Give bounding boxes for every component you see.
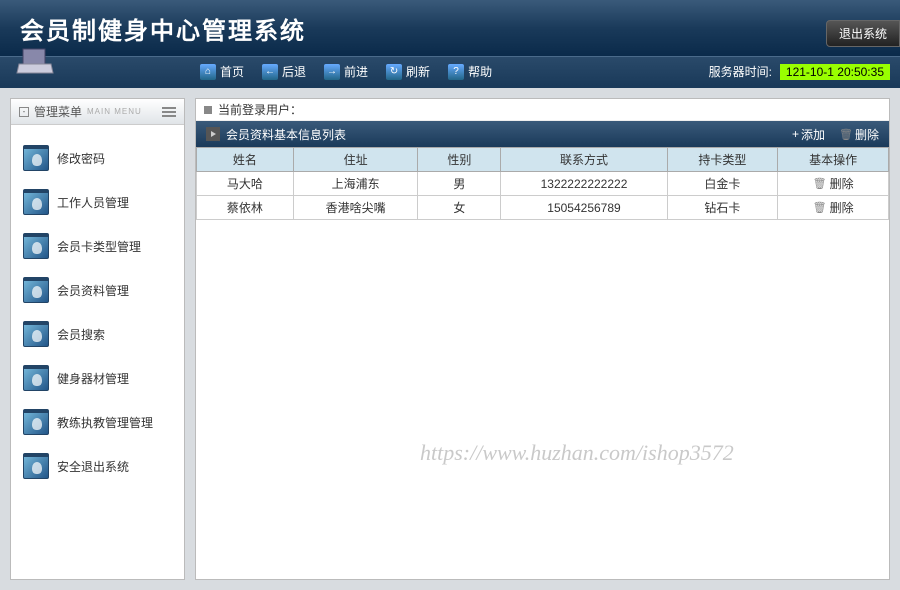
sidebar-item-coach[interactable]: 教练执教管理管理 xyxy=(23,409,172,435)
module-icon xyxy=(23,321,49,347)
refresh-icon: ↻ xyxy=(386,64,402,80)
module-icon xyxy=(23,453,49,479)
sidebar-item-member-search[interactable]: 会员搜索 xyxy=(23,321,172,347)
sidebar-item-change-password[interactable]: 修改密码 xyxy=(23,145,172,171)
cell-contact: 1322222222222 xyxy=(501,172,667,196)
server-time-value: 121-10-1 20:50:35 xyxy=(780,64,890,80)
menu-label: 工作人员管理 xyxy=(57,194,129,211)
nav-label: 前进 xyxy=(344,63,368,80)
current-user-label: 当前登录用户： xyxy=(218,101,302,118)
cell-card-type: 白金卡 xyxy=(667,172,778,196)
plus-icon: + xyxy=(792,127,799,141)
server-time: 服务器时间: 121-10-1 20:50:35 xyxy=(709,63,890,80)
toolbar: ⌂ 首页 ← 后退 → 前进 ↻ 刷新 ? 帮助 服务器时间: 121-10-1… xyxy=(0,56,900,86)
col-address: 住址 xyxy=(293,148,418,172)
menu-toggle-icon[interactable] xyxy=(162,107,176,117)
cell-name: 马大哈 xyxy=(197,172,294,196)
app-header: 会员制健身中心管理系统 退出系统 xyxy=(0,0,900,56)
sidebar: - 管理菜单 MAIN MENU 修改密码 工作人员管理 会员卡类型管理 会员资… xyxy=(10,98,185,580)
help-icon: ? xyxy=(448,64,464,80)
bullet-icon xyxy=(204,106,212,114)
app-title: 会员制健身中心管理系统 xyxy=(20,11,306,46)
nav-home[interactable]: ⌂ 首页 xyxy=(200,63,244,80)
col-name: 姓名 xyxy=(197,148,294,172)
menu-list: 修改密码 工作人员管理 会员卡类型管理 会员资料管理 会员搜索 健身器材管理 教… xyxy=(11,125,184,517)
current-user-bar: 当前登录用户： xyxy=(196,99,889,121)
table-row: 蔡依林 香港啥尖嘴 女 15054256789 钻石卡 🗑删除 xyxy=(197,196,889,220)
col-op: 基本操作 xyxy=(778,148,889,172)
cell-card-type: 钻石卡 xyxy=(667,196,778,220)
sidebar-subtitle: MAIN MENU xyxy=(87,107,142,116)
menu-label: 安全退出系统 xyxy=(57,458,129,475)
nav-refresh[interactable]: ↻ 刷新 xyxy=(386,63,430,80)
nav-label: 帮助 xyxy=(468,63,492,80)
server-time-label: 服务器时间: xyxy=(709,63,772,80)
sidebar-item-logout[interactable]: 安全退出系统 xyxy=(23,453,172,479)
menu-label: 教练执教管理管理 xyxy=(57,414,153,431)
laptop-icon xyxy=(15,47,55,77)
col-gender: 性别 xyxy=(418,148,501,172)
list-header: 会员资料基本信息列表 +添加 🗑删除 xyxy=(196,121,889,147)
collapse-icon[interactable]: - xyxy=(19,107,29,117)
trash-icon: 🗑 xyxy=(813,201,827,214)
add-button[interactable]: +添加 xyxy=(792,126,825,143)
cell-name: 蔡依林 xyxy=(197,196,294,220)
play-icon xyxy=(206,127,220,141)
module-icon xyxy=(23,189,49,215)
menu-label: 会员资料管理 xyxy=(57,282,129,299)
module-icon xyxy=(23,145,49,171)
module-icon xyxy=(23,277,49,303)
nav-label: 后退 xyxy=(282,63,306,80)
col-card-type: 持卡类型 xyxy=(667,148,778,172)
forward-icon: → xyxy=(324,64,340,80)
trash-icon: 🗑 xyxy=(813,177,827,190)
cell-gender: 男 xyxy=(418,172,501,196)
col-contact: 联系方式 xyxy=(501,148,667,172)
sidebar-item-equipment[interactable]: 健身器材管理 xyxy=(23,365,172,391)
list-title: 会员资料基本信息列表 xyxy=(226,126,346,143)
menu-label: 健身器材管理 xyxy=(57,370,129,387)
cell-address: 香港啥尖嘴 xyxy=(293,196,418,220)
nav-forward[interactable]: → 前进 xyxy=(324,63,368,80)
delete-all-button[interactable]: 🗑删除 xyxy=(839,126,879,143)
module-icon xyxy=(23,409,49,435)
cell-address: 上海浦东 xyxy=(293,172,418,196)
sidebar-item-card-type[interactable]: 会员卡类型管理 xyxy=(23,233,172,259)
module-icon xyxy=(23,233,49,259)
sidebar-title: 管理菜单 xyxy=(34,103,82,120)
cell-contact: 15054256789 xyxy=(501,196,667,220)
back-icon: ← xyxy=(262,64,278,80)
menu-label: 会员搜索 xyxy=(57,326,105,343)
cell-gender: 女 xyxy=(418,196,501,220)
module-icon xyxy=(23,365,49,391)
exit-system-button[interactable]: 退出系统 xyxy=(826,20,900,47)
member-table: 姓名 住址 性别 联系方式 持卡类型 基本操作 马大哈 上海浦东 男 13222… xyxy=(196,147,889,220)
delete-row-button[interactable]: 🗑删除 xyxy=(813,199,854,216)
nav-label: 刷新 xyxy=(406,63,430,80)
table-header-row: 姓名 住址 性别 联系方式 持卡类型 基本操作 xyxy=(197,148,889,172)
trash-icon: 🗑 xyxy=(839,128,853,141)
sidebar-item-staff[interactable]: 工作人员管理 xyxy=(23,189,172,215)
table-row: 马大哈 上海浦东 男 1322222222222 白金卡 🗑删除 xyxy=(197,172,889,196)
menu-label: 会员卡类型管理 xyxy=(57,238,141,255)
delete-row-button[interactable]: 🗑删除 xyxy=(813,175,854,192)
sidebar-item-member-info[interactable]: 会员资料管理 xyxy=(23,277,172,303)
body: - 管理菜单 MAIN MENU 修改密码 工作人员管理 会员卡类型管理 会员资… xyxy=(0,86,900,590)
content: 当前登录用户： 会员资料基本信息列表 +添加 🗑删除 姓名 住址 性别 联系方式… xyxy=(195,98,890,580)
nav-label: 首页 xyxy=(220,63,244,80)
home-icon: ⌂ xyxy=(200,64,216,80)
menu-label: 修改密码 xyxy=(57,150,105,167)
nav-back[interactable]: ← 后退 xyxy=(262,63,306,80)
sidebar-header: - 管理菜单 MAIN MENU xyxy=(11,99,184,125)
nav-help[interactable]: ? 帮助 xyxy=(448,63,492,80)
